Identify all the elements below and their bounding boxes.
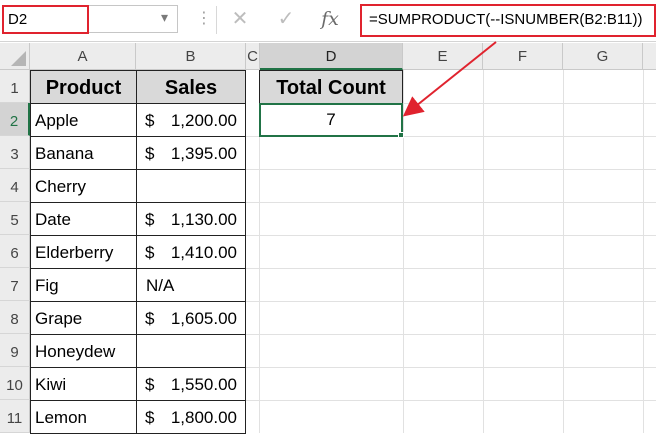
- annotation-arrow: [402, 41, 497, 117]
